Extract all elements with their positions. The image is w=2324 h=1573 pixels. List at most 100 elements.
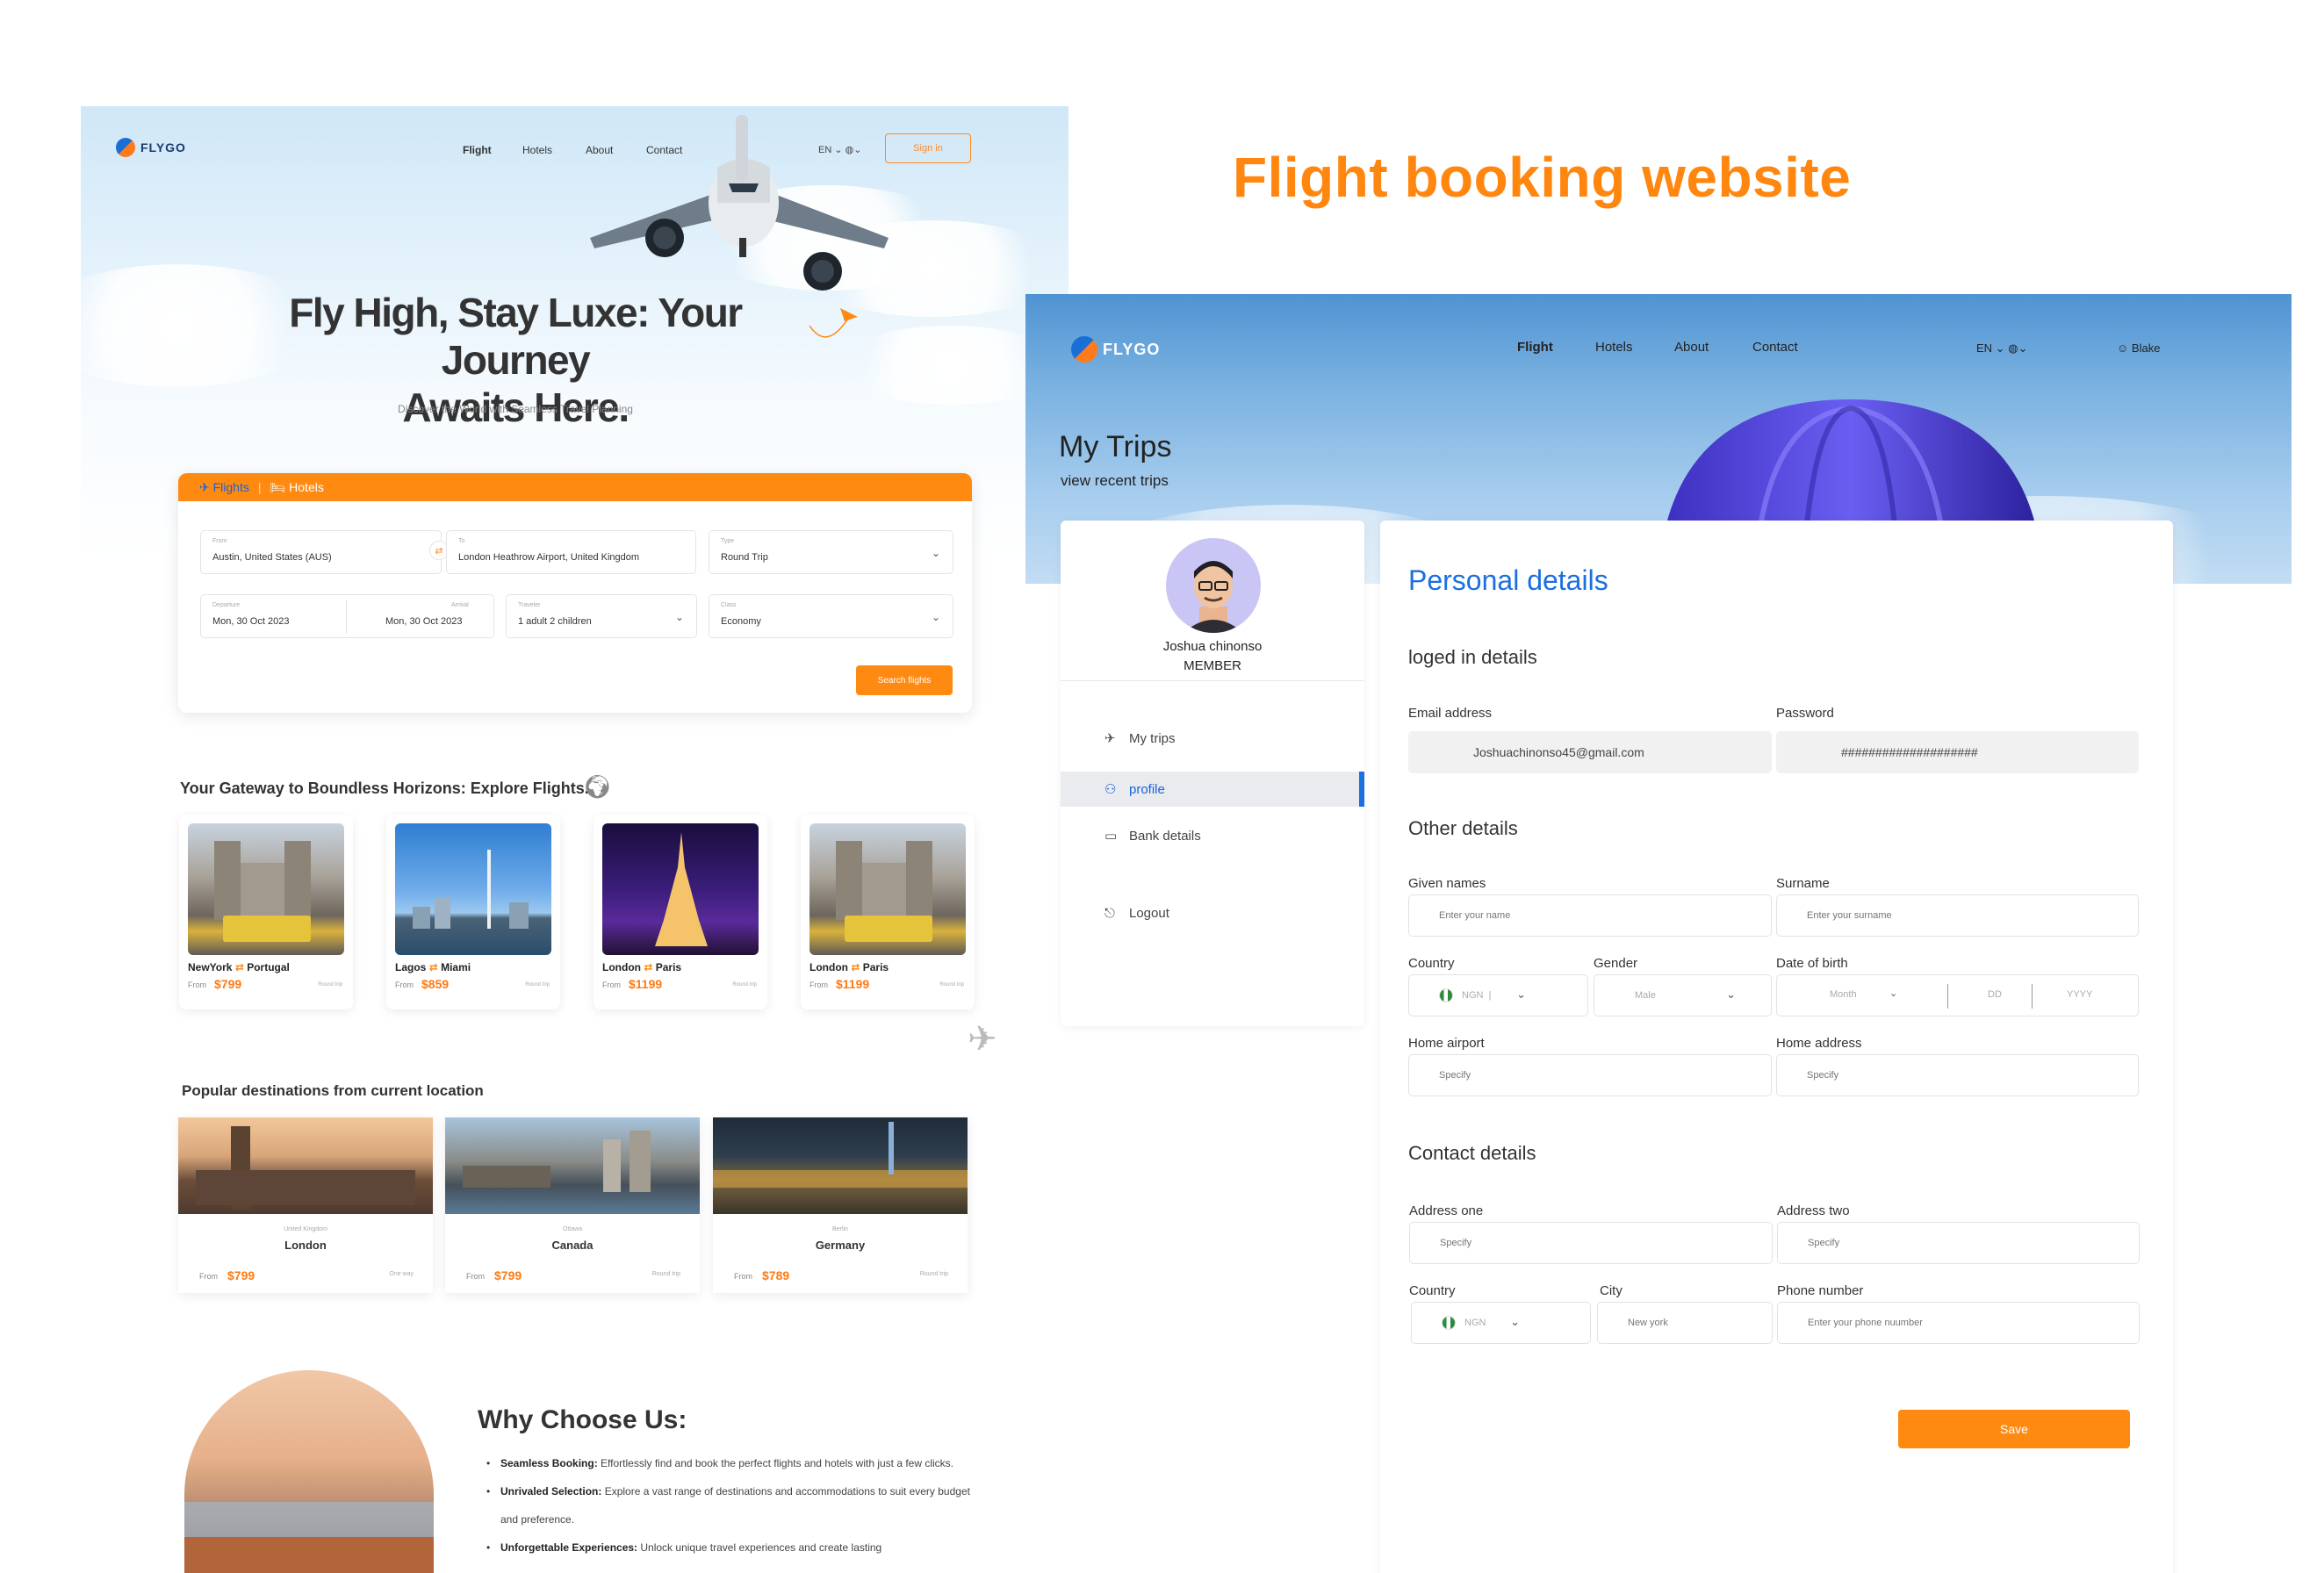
landing-logo[interactable]: FLYGO: [116, 138, 186, 157]
nav-about[interactable]: About: [1674, 340, 1709, 355]
destination-price: $799: [494, 1268, 522, 1282]
destination-price: $789: [762, 1268, 790, 1282]
nav-hotels[interactable]: Hotels: [1595, 340, 1633, 355]
password-field[interactable]: ####################: [1776, 731, 2139, 773]
avatar: [1166, 538, 1261, 633]
flight-card[interactable]: Lagos ⇄ Miami From $859 Round trip: [386, 815, 560, 1009]
trip-type: Round trip: [651, 1271, 680, 1277]
email-field[interactable]: Joshuachinonso45@gmail.com: [1408, 731, 1772, 773]
destination-image: [713, 1117, 968, 1214]
home-address-input[interactable]: [1776, 1054, 2139, 1096]
hero-subtitle: Discover the World with Seamless Travel …: [398, 403, 633, 415]
contact-details-title: Contact details: [1408, 1142, 1536, 1164]
email-label: Email address: [1408, 706, 1493, 721]
card-icon: ▭: [1104, 829, 1118, 844]
from-label: From: [188, 980, 206, 989]
sidebar-item-logout[interactable]: ⎋ Logout: [1061, 895, 1364, 930]
arrival-label: Arrival: [451, 602, 469, 608]
gender-value: Male: [1635, 990, 1656, 1001]
chevron-down-icon: ⌄: [931, 611, 940, 623]
to-field[interactable]: To London Heathrow Airport, United Kingd…: [446, 530, 696, 574]
dob-field[interactable]: Month ⌄ DD YYYY: [1776, 974, 2139, 1016]
why-item: Seamless Booking: Effortlessly find and …: [486, 1449, 978, 1477]
language-selector[interactable]: EN ⌄ ◍⌄: [1976, 341, 2027, 356]
flight-card-image: [188, 823, 344, 955]
flight-search-card: ✈ Flights | 🛏 Hotels From Austin, United…: [178, 473, 972, 713]
why-choose-title: Why Choose Us:: [478, 1405, 687, 1434]
destination-card[interactable]: United Kingdom London From $799 One way: [178, 1117, 433, 1293]
destination-card[interactable]: Ottawa Canada From $799 Round trip: [445, 1117, 700, 1293]
dob-day[interactable]: DD: [1988, 989, 2002, 1000]
flight-card[interactable]: London ⇄ Paris From $1199 Round trip: [801, 815, 975, 1009]
gender-select[interactable]: Male ⌄: [1594, 974, 1772, 1016]
tab-hotels[interactable]: 🛏 Hotels: [270, 480, 324, 495]
home-airport-input[interactable]: [1408, 1054, 1772, 1096]
flight-card[interactable]: London ⇄ Paris From $1199 Round trip: [594, 815, 767, 1009]
sidebar-item-bank-details[interactable]: ▭ Bank details: [1061, 818, 1364, 853]
why-item: Unrivaled Selection: Explore a vast rang…: [486, 1477, 978, 1533]
nav-flight[interactable]: Flight: [463, 144, 492, 156]
given-names-input[interactable]: [1408, 894, 1772, 937]
nav-flight[interactable]: Flight: [1517, 340, 1553, 355]
chevron-down-icon: ⌄: [1510, 1315, 1520, 1328]
gender-label: Gender: [1594, 956, 1638, 971]
sidebar-item-my-trips[interactable]: ✈ My trips: [1061, 721, 1364, 756]
traveler-select[interactable]: Traveler 1 adult 2 children ⌄: [506, 594, 697, 638]
nav-contact[interactable]: Contact: [1752, 340, 1798, 355]
address-two-input[interactable]: [1777, 1222, 2140, 1264]
traveler-label: Traveler: [518, 602, 541, 608]
user-menu[interactable]: ☺ Blake: [2117, 341, 2160, 355]
other-details-title: Other details: [1408, 817, 1518, 839]
user-name: Blake: [2131, 341, 2161, 355]
destination-price: $799: [227, 1268, 255, 1282]
country2-select[interactable]: NGN ⌄: [1411, 1302, 1591, 1344]
chevron-down-icon: ⌄: [1516, 988, 1526, 1001]
class-select[interactable]: Class Economy ⌄: [709, 594, 953, 638]
flight-card-image: [809, 823, 966, 955]
trip-type-select[interactable]: Type Round Trip ⌄: [709, 530, 953, 574]
destination-card[interactable]: Berlin Germany From $789 Round trip: [713, 1117, 968, 1293]
logo-icon: [1071, 336, 1097, 363]
tab-flights[interactable]: ✈ Flights: [199, 480, 249, 495]
flight-route: Lagos ⇄ Miami: [395, 961, 471, 973]
surname-input[interactable]: [1776, 894, 2139, 937]
destination-image: [445, 1117, 700, 1214]
plane-icon: ✈: [1104, 731, 1116, 746]
address-two-label: Address two: [1777, 1203, 1850, 1218]
logo-text: FLYGO: [140, 140, 186, 154]
sign-in-button[interactable]: Sign in: [885, 133, 971, 163]
paper-plane-icon: [809, 308, 858, 338]
flight-price: $1199: [836, 977, 870, 991]
address-one-input[interactable]: [1409, 1222, 1773, 1264]
landing-page: FLYGO Flight Hotels About Contact EN ⌄ ◍…: [81, 106, 1068, 1573]
why-choose-list: Seamless Booking: Effortlessly find and …: [486, 1449, 978, 1562]
save-button[interactable]: Save: [1898, 1410, 2130, 1448]
nigeria-flag-icon: [1439, 988, 1453, 1002]
app-logo[interactable]: FLYGO: [1071, 336, 1160, 363]
dob-month[interactable]: Month: [1830, 989, 1857, 1000]
trip-type: Round trip: [525, 982, 550, 988]
destination-city: London: [284, 1239, 327, 1252]
country-value: NGN: [1462, 990, 1484, 1001]
logout-icon: ⎋: [1104, 905, 1115, 921]
type-value: Round Trip: [721, 552, 768, 563]
to-label: To: [458, 538, 465, 544]
personal-details-title: Personal details: [1408, 564, 1608, 596]
sidebar-item-profile[interactable]: ⚇ profile: [1061, 772, 1364, 807]
nav-hotels[interactable]: Hotels: [522, 144, 552, 156]
dob-year[interactable]: YYYY: [2067, 989, 2092, 1000]
flight-card[interactable]: NewYork ⇄ Portugal From $799 Round trip: [179, 815, 353, 1009]
city-input[interactable]: [1597, 1302, 1773, 1344]
page-title: My Trips: [1059, 430, 1172, 463]
country-select[interactable]: NGN | ⌄: [1408, 974, 1588, 1016]
phone-input[interactable]: [1777, 1302, 2140, 1344]
destination-country: Berlin: [832, 1226, 848, 1232]
search-flights-button[interactable]: Search flights: [856, 665, 953, 695]
sidebar-item-label: Bank details: [1129, 828, 1201, 844]
dates-field[interactable]: Departure Mon, 30 Oct 2023 Arrival Mon, …: [200, 594, 494, 638]
sidebar-item-label: My trips: [1129, 730, 1176, 746]
globe-icon: ◍: [2008, 341, 2018, 355]
given-names-label: Given names: [1408, 876, 1486, 891]
address-one-label: Address one: [1409, 1203, 1484, 1218]
from-field[interactable]: From Austin, United States (AUS): [200, 530, 442, 574]
